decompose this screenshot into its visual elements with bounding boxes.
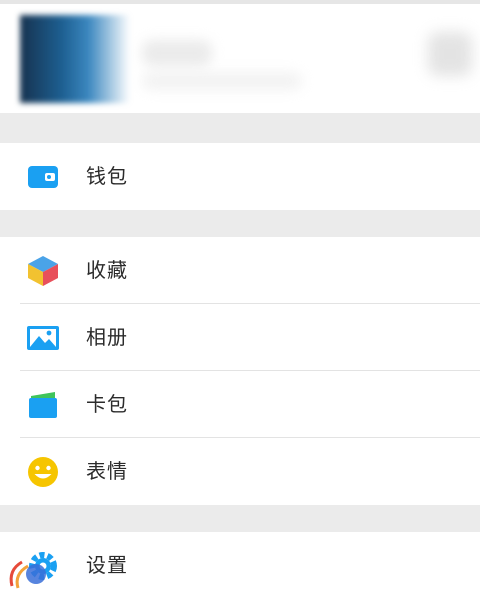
settings-section: 设置 bbox=[0, 532, 480, 593]
menu-item-label: 设置 bbox=[86, 553, 128, 577]
profile-header[interactable] bbox=[0, 4, 480, 113]
wallet-icon bbox=[28, 166, 58, 188]
menu-item-label: 卡包 bbox=[86, 392, 128, 416]
menu-item-stickers[interactable]: 表情 bbox=[0, 438, 480, 505]
profile-id-blurred bbox=[142, 72, 302, 90]
cube-icon bbox=[28, 256, 58, 286]
menu-item-album[interactable]: 相册 bbox=[0, 304, 480, 371]
menu-item-label: 表情 bbox=[86, 459, 128, 483]
smiley-icon bbox=[28, 457, 58, 487]
picture-icon bbox=[27, 326, 59, 350]
menu-item-cards[interactable]: 卡包 bbox=[0, 371, 480, 438]
menu-item-settings[interactable]: 设置 bbox=[0, 532, 480, 593]
avatar[interactable] bbox=[20, 15, 130, 103]
profile-name-blurred bbox=[142, 40, 212, 66]
menu-item-label: 相册 bbox=[86, 325, 128, 349]
menu-item-wallet[interactable]: 钱包 bbox=[0, 143, 480, 210]
qr-code-icon[interactable] bbox=[428, 32, 472, 76]
watermark-logo bbox=[9, 560, 46, 589]
card-icon bbox=[29, 392, 57, 418]
wallet-section: 钱包 bbox=[0, 143, 480, 210]
main-menu-section: 收藏 相册 卡包 表情 bbox=[0, 237, 480, 505]
menu-item-label: 钱包 bbox=[86, 164, 128, 188]
menu-item-favorites[interactable]: 收藏 bbox=[0, 237, 480, 304]
menu-item-label: 收藏 bbox=[86, 258, 128, 282]
